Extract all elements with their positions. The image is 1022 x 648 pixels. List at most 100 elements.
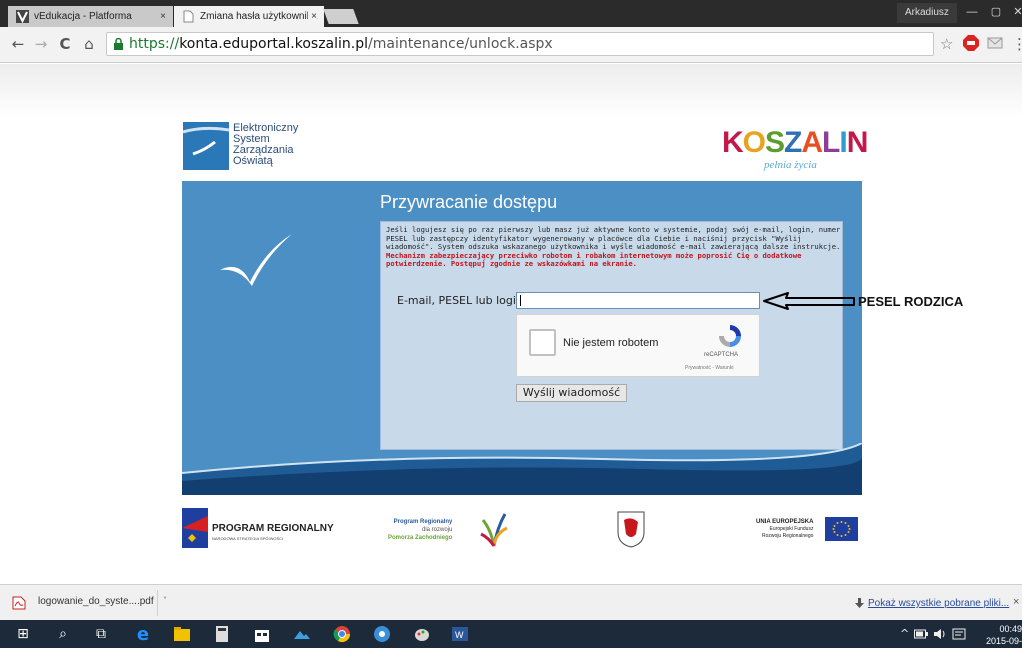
edge-icon[interactable]: e — [134, 624, 152, 645]
eszo-line: Oświatą — [233, 155, 273, 167]
panel-wave-decoration — [182, 443, 862, 495]
tab-zmiana-hasla[interactable]: Zmiana hasła użytkownika × — [174, 6, 324, 27]
checkmark-icon — [220, 234, 292, 286]
store-icon[interactable] — [253, 625, 271, 643]
eszo-logo-text: Elektroniczny System Zarządzania Oświatą — [233, 123, 298, 167]
recaptcha-widget: Nie jestem robotem reCAPTCHA Prywatność … — [516, 314, 760, 377]
file-explorer-icon[interactable] — [173, 625, 191, 643]
login-field-label: E-mail, PESEL lub login: — [397, 294, 527, 307]
koszalin-logo: KOSZALIN pełnia życia — [718, 119, 868, 171]
reload-icon[interactable]: C — [56, 35, 74, 53]
annotation-arrow-icon — [763, 292, 855, 310]
forward-icon[interactable]: → — [32, 35, 50, 53]
recaptcha-brand: reCAPTCHA — [704, 352, 739, 358]
new-tab-button[interactable] — [323, 9, 359, 24]
download-menu-icon[interactable]: ˅ — [158, 590, 172, 616]
url-path: /maintenance/unlock.aspx — [368, 36, 553, 52]
notifications-icon[interactable] — [952, 628, 966, 640]
tab-vedukacja[interactable]: vEdukacja - Platforma × — [8, 6, 173, 27]
download-arrow-icon — [855, 598, 864, 608]
back-icon[interactable]: ← — [9, 35, 27, 53]
minimize-icon[interactable]: — — [960, 3, 984, 21]
search-icon[interactable]: ⌕ — [54, 625, 72, 643]
clock-date: 2015-09-17 — [985, 636, 1022, 646]
photos-icon[interactable] — [293, 625, 311, 643]
web-page: Elektroniczny System Zarządzania Oświatą… — [0, 64, 1022, 584]
home-icon[interactable]: ⌂ — [80, 35, 98, 53]
start-button-icon[interactable]: ⊞ — [14, 625, 32, 643]
ppz-line: dla rozwoju — [421, 527, 453, 533]
eu-flag-icon — [825, 517, 858, 541]
ue-line: Rozwoju Regionalnego — [762, 533, 814, 539]
maximize-icon[interactable]: ▢ — [984, 3, 1008, 21]
profile-name[interactable]: Arkadiusz — [897, 3, 957, 23]
koszalin-wordmark: KOSZALIN — [722, 126, 868, 160]
recaptcha-links[interactable]: Prywatność - Warunki — [685, 365, 733, 371]
panel-title: Przywracanie dostępu — [380, 192, 558, 212]
koszalin-letter: I — [839, 126, 847, 159]
bookmark-star-icon[interactable]: ☆ — [940, 35, 953, 53]
ue-logo-text: UNIA EUROPEJSKA Europejski Fundusz Rozwo… — [756, 519, 813, 540]
svg-text:W: W — [455, 630, 464, 640]
ppz-leaf-logo-icon — [480, 513, 508, 547]
program-regionalny-text: PROGRAM REGIONALNY — [212, 523, 334, 534]
download-shelf: logowanie_do_syste....pdf ˅ Pokaż wszyst… — [0, 584, 1022, 620]
download-item[interactable]: logowanie_do_syste....pdf — [6, 590, 158, 616]
adblock-extension-icon[interactable] — [963, 35, 979, 51]
clock[interactable]: 00:49 2015-09-17 — [983, 623, 1022, 648]
chrome-icon[interactable] — [333, 625, 351, 643]
instructions-info: Jeśli logujesz się po raz pierwszy lub m… — [386, 225, 841, 252]
paint-icon[interactable] — [413, 625, 431, 643]
close-shelf-icon[interactable]: × — [1013, 596, 1019, 608]
network-app-icon[interactable] — [373, 625, 391, 643]
tab-close-icon[interactable]: × — [160, 6, 166, 27]
tab-title: vEdukacja - Platforma — [34, 11, 132, 22]
page-header-gradient — [0, 64, 1022, 118]
windows-taskbar: ⊞ ⌕ ⧉ e W ^ 00:49 2015-09-17 — [0, 620, 1022, 648]
url-text: https://konta.eduportal.koszalin.pl/main… — [129, 36, 553, 52]
word-icon[interactable]: W — [451, 625, 469, 643]
chrome-menu-icon[interactable]: ⋮ — [1012, 35, 1022, 53]
browser-toolbar: ← → C ⌂ https://konta.eduportal.koszalin… — [0, 27, 1022, 63]
recaptcha-logo-icon — [719, 325, 741, 347]
browser-tab-strip: vEdukacja - Platforma × Zmiana hasła uży… — [0, 0, 1022, 27]
send-message-button[interactable]: Wyślij wiadomość — [516, 384, 627, 402]
recaptcha-checkbox[interactable] — [529, 329, 556, 356]
task-view-icon[interactable]: ⧉ — [92, 625, 110, 643]
show-all-downloads-link[interactable]: Pokaż wszystkie pobrane pliki... — [868, 598, 1009, 609]
calculator-icon[interactable] — [213, 625, 231, 643]
volume-icon[interactable] — [933, 628, 947, 640]
clock-time: 00:49 — [999, 624, 1022, 634]
unlock-panel: Przywracanie dostępu Jeśli logujesz się … — [182, 181, 862, 495]
coat-of-arms-icon — [617, 511, 645, 548]
login-input[interactable] — [516, 292, 760, 309]
koszalin-letter: Z — [784, 126, 802, 159]
program-regionalny-subtext: NARODOWA STRATEGIA SPÓJNOŚCI — [212, 536, 284, 541]
koszalin-letter: S — [765, 126, 785, 159]
program-regionalny-logo-icon — [182, 508, 208, 548]
ppz-logo-text: Program Regionalny dla rozwoju Pomorza Z… — [388, 518, 452, 542]
screen: vEdukacja - Platforma × Zmiana hasła uży… — [0, 0, 1022, 648]
mail-extension-icon[interactable] — [987, 35, 1005, 51]
eszo-logo-icon — [182, 126, 230, 170]
funding-logos: PROGRAM REGIONALNY NARODOWA STRATEGIA SP… — [182, 506, 862, 554]
tab-close-icon[interactable]: × — [308, 6, 317, 27]
ue-line: UNIA EUROPEJSKA — [756, 519, 814, 525]
tab-title: Zmiana hasła użytkownika — [200, 11, 318, 22]
vedukacja-favicon-icon — [16, 10, 29, 23]
close-window-icon[interactable]: ✕ — [1006, 3, 1022, 21]
ue-line: Europejski Fundusz — [769, 526, 814, 532]
url-protocol: https:// — [129, 36, 180, 52]
url-host: konta.eduportal.koszalin.pl — [179, 36, 369, 52]
tray-overflow-icon[interactable]: ^ — [900, 627, 909, 640]
koszalin-letter: K — [722, 126, 744, 159]
download-filename: logowanie_do_syste....pdf — [38, 596, 154, 607]
eszo-logo — [182, 122, 230, 170]
battery-icon[interactable] — [914, 629, 928, 639]
lock-icon — [114, 38, 123, 50]
recaptcha-label: Nie jestem robotem — [563, 337, 659, 349]
address-bar[interactable]: https://konta.eduportal.koszalin.pl/main… — [106, 32, 934, 56]
page-favicon-icon — [183, 10, 194, 23]
annotation-label: PESEL RODZICA — [858, 294, 964, 309]
koszalin-tagline: pełnia życia — [764, 159, 817, 171]
